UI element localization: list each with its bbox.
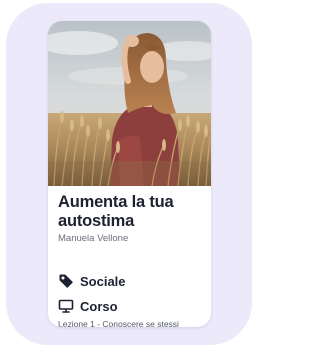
lesson-label: Lezione 1 - Conoscere se stessi [58, 319, 179, 327]
course-type-row: Corso [58, 297, 118, 315]
course-cover-image [48, 21, 211, 186]
tag-icon [58, 273, 74, 289]
monitor-icon [58, 298, 74, 314]
category-row: Sociale [58, 272, 126, 290]
course-author: Manuela Vellone [58, 233, 129, 244]
course-title: Aumenta la tua autostima [58, 193, 174, 230]
course-card[interactable]: Aumenta la tua autostima Manuela Vellone… [48, 21, 211, 327]
category-label: Sociale [80, 273, 126, 289]
course-type-label: Corso [80, 298, 118, 314]
